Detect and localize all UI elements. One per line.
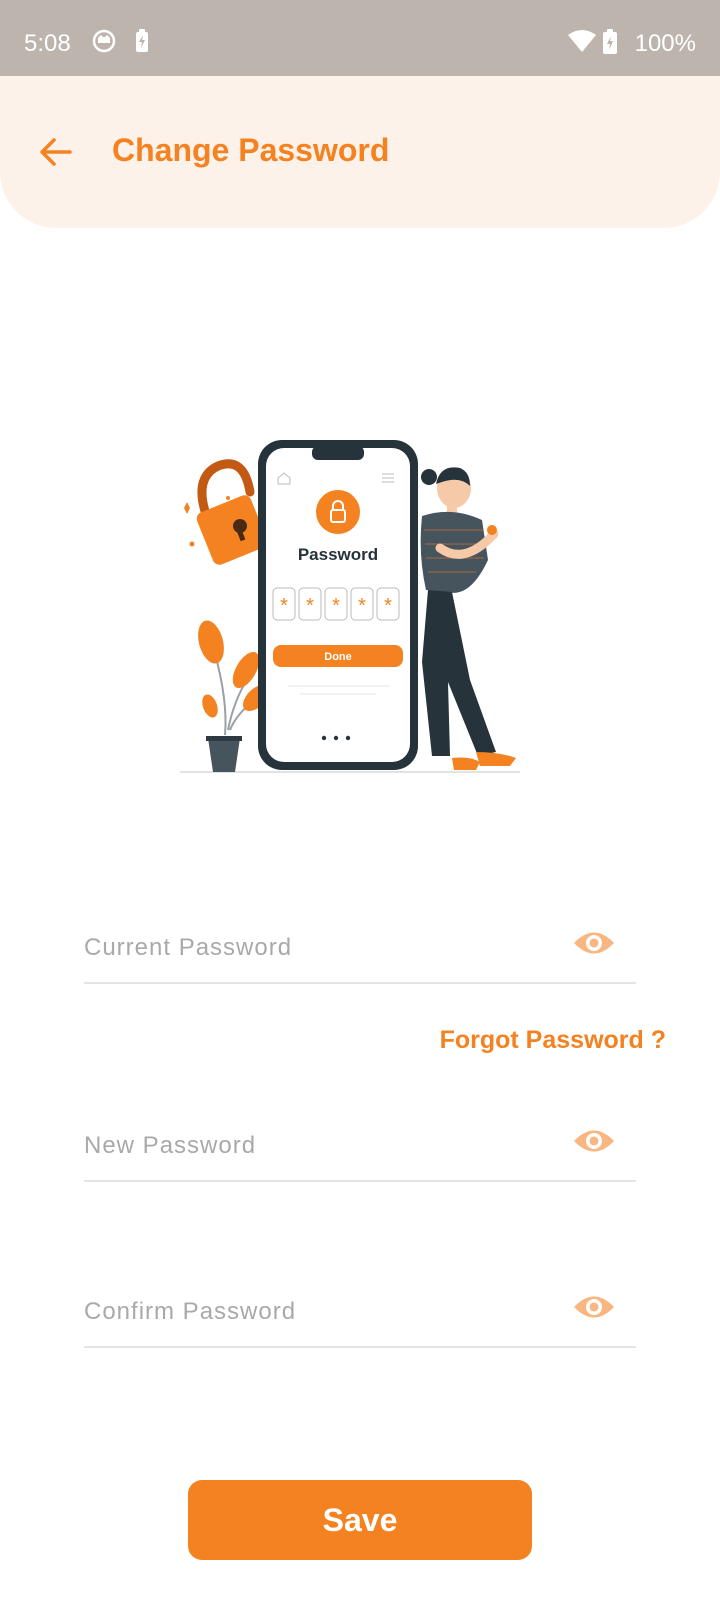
new-password-input[interactable] bbox=[84, 1126, 544, 1166]
wifi-icon bbox=[568, 30, 596, 57]
page-title: Change Password bbox=[112, 132, 390, 168]
code-char: * bbox=[306, 595, 314, 617]
status-bar: 5:08 100% bbox=[0, 0, 720, 76]
code-char: * bbox=[358, 595, 366, 617]
change-password-illustration: Password * * * * * Done bbox=[180, 440, 520, 773]
eye-icon[interactable] bbox=[572, 1292, 616, 1322]
phone-title: Password bbox=[298, 545, 378, 564]
current-password-input[interactable] bbox=[84, 928, 544, 968]
eye-icon[interactable] bbox=[572, 1126, 616, 1156]
status-time: 5:08 bbox=[24, 30, 71, 57]
eye-icon[interactable] bbox=[572, 928, 616, 958]
cat-notification-icon bbox=[92, 29, 116, 58]
current-password-field bbox=[84, 892, 636, 984]
new-password-field bbox=[84, 1090, 636, 1182]
confirm-password-field bbox=[84, 1256, 636, 1348]
phone-mockup: Password * * * * * Done bbox=[258, 440, 418, 770]
code-char: * bbox=[384, 595, 392, 617]
padlock-icon bbox=[184, 459, 268, 565]
woman-figure-icon bbox=[420, 467, 516, 770]
phone-code-boxes: * * * * * bbox=[272, 587, 400, 621]
save-button[interactable]: Save bbox=[188, 1480, 532, 1560]
confirm-password-input[interactable] bbox=[84, 1292, 544, 1332]
battery-charging-icon bbox=[602, 29, 618, 60]
forgot-password-link[interactable]: Forgot Password ? bbox=[440, 1022, 666, 1058]
battery-percentage: 100% bbox=[634, 30, 696, 57]
back-button[interactable] bbox=[30, 126, 82, 178]
app-header: Change Password bbox=[0, 76, 720, 228]
code-char: * bbox=[280, 595, 288, 617]
arrow-left-icon bbox=[40, 138, 72, 166]
phone-done-button: Done bbox=[324, 651, 352, 663]
battery-saver-icon bbox=[134, 29, 150, 58]
code-char: * bbox=[332, 595, 340, 617]
